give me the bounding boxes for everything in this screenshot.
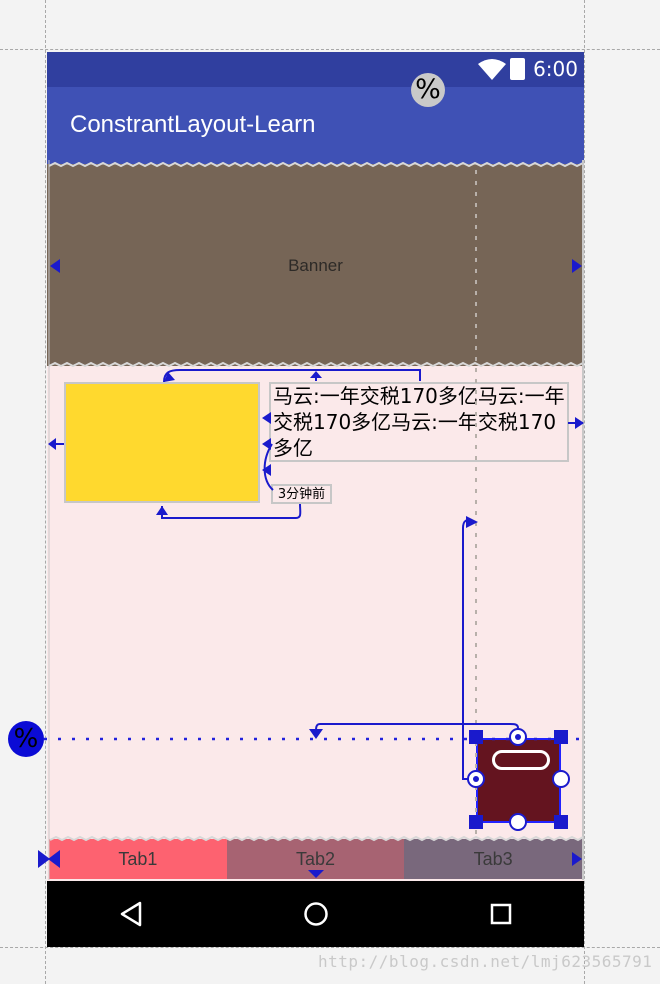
watermark: http://blog.csdn.net/lmj623565791 bbox=[318, 952, 653, 971]
constraint-overlay bbox=[38, 160, 584, 880]
vertical-guideline-percent-toggle[interactable]: % bbox=[411, 73, 445, 107]
horizontal-guideline-percent-toggle[interactable]: % bbox=[8, 721, 44, 757]
